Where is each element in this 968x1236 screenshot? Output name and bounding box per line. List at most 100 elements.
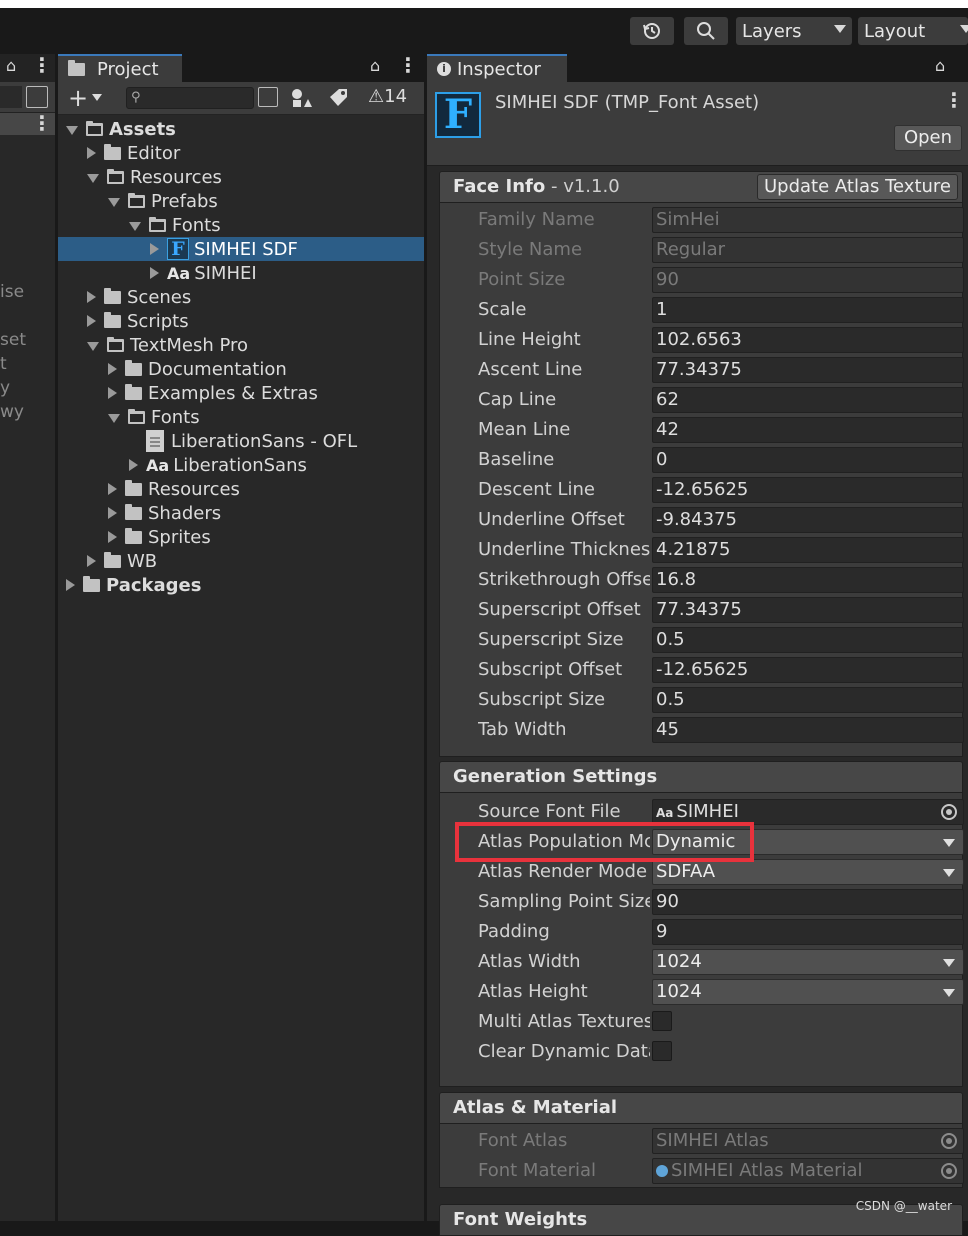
- lock-icon[interactable]: ⌂: [6, 56, 16, 75]
- property-field[interactable]: 45: [652, 717, 964, 743]
- kebab-menu-icon[interactable]: ⋮: [944, 88, 964, 112]
- layout-dropdown[interactable]: Layout: [858, 17, 968, 45]
- tree-row[interactable]: Fonts: [58, 213, 424, 237]
- expand-right-icon[interactable]: [150, 243, 159, 255]
- maximize-icon[interactable]: [26, 86, 48, 108]
- property-label: Point Size: [478, 269, 566, 290]
- tree-row[interactable]: LiberationSans - OFL: [58, 429, 424, 453]
- tree-row[interactable]: Editor: [58, 141, 424, 165]
- tab-inspector[interactable]: i Inspector: [427, 54, 567, 82]
- expand-right-icon[interactable]: [108, 363, 117, 375]
- property-value: SIMHEI: [676, 801, 739, 822]
- tree-row[interactable]: Examples & Extras: [58, 381, 424, 405]
- expand-down-icon[interactable]: [87, 173, 99, 183]
- hidden-packages-toggle[interactable]: ⚠︎14: [368, 86, 407, 107]
- atlas-material-header[interactable]: Atlas & Material: [439, 1092, 963, 1124]
- expand-down-icon[interactable]: [66, 125, 78, 135]
- tree-row[interactable]: Aa LiberationSans: [58, 453, 424, 477]
- search-field-partial[interactable]: [0, 86, 22, 108]
- property-field[interactable]: 90: [652, 889, 964, 915]
- expand-right-icon[interactable]: [108, 387, 117, 399]
- tree-row[interactable]: Sprites: [58, 525, 424, 549]
- property-field[interactable]: -9.84375: [652, 507, 964, 533]
- tree-row[interactable]: Prefabs: [58, 189, 424, 213]
- tree-row[interactable]: Packages: [58, 573, 424, 597]
- tree-row[interactable]: Documentation: [58, 357, 424, 381]
- property-field[interactable]: 0.5: [652, 687, 964, 713]
- property-dropdown[interactable]: 1024: [652, 979, 964, 1005]
- property-row: Point Size 90: [440, 265, 964, 295]
- expand-right-icon[interactable]: [87, 291, 96, 303]
- add-icon[interactable]: +: [68, 84, 88, 112]
- tree-row[interactable]: TextMesh Pro: [58, 333, 424, 357]
- property-field[interactable]: 1: [652, 297, 964, 323]
- face-info-header[interactable]: Face Info - v1.1.0 Update Atlas Texture: [439, 171, 963, 203]
- search-icon[interactable]: [684, 17, 728, 45]
- tree-row[interactable]: WB: [58, 549, 424, 573]
- property-dropdown[interactable]: SDFAA: [652, 859, 964, 885]
- add-dropdown-chevron-icon[interactable]: [92, 94, 102, 101]
- folder-icon: [104, 551, 121, 568]
- open-button[interactable]: Open: [894, 125, 962, 151]
- lock-icon[interactable]: ⌂: [935, 56, 945, 75]
- expand-right-icon[interactable]: [66, 579, 75, 591]
- filter-by-label-icon[interactable]: [328, 87, 350, 109]
- kebab-menu-icon[interactable]: ⋮: [32, 111, 52, 135]
- folder-icon: [125, 527, 142, 544]
- property-field[interactable]: -12.65625: [652, 477, 964, 503]
- layers-dropdown[interactable]: Layers: [736, 17, 852, 45]
- expand-down-icon[interactable]: [108, 413, 120, 423]
- property-checkbox[interactable]: [652, 1011, 672, 1031]
- update-atlas-texture-button[interactable]: Update Atlas Texture: [757, 174, 958, 200]
- expand-right-icon[interactable]: [129, 459, 138, 471]
- expand-down-icon[interactable]: [129, 221, 141, 231]
- object-picker-icon: [941, 1133, 957, 1149]
- tree-row[interactable]: Resources: [58, 165, 424, 189]
- expand-down-icon[interactable]: [108, 197, 120, 207]
- tree-row[interactable]: F SIMHEI SDF: [58, 237, 424, 261]
- layers-label: Layers: [742, 20, 802, 42]
- property-field[interactable]: 102.6563: [652, 327, 964, 353]
- filter-by-type-icon[interactable]: [290, 87, 312, 109]
- property-field[interactable]: 77.34375: [652, 597, 964, 623]
- expand-right-icon[interactable]: [87, 147, 96, 159]
- layout-label: Layout: [864, 20, 926, 42]
- property-dropdown[interactable]: 1024: [652, 949, 964, 975]
- property-field[interactable]: 42: [652, 417, 964, 443]
- tree-row[interactable]: Shaders: [58, 501, 424, 525]
- object-picker-icon[interactable]: [941, 804, 957, 820]
- tree-row[interactable]: Scenes: [58, 285, 424, 309]
- expand-right-icon[interactable]: [108, 483, 117, 495]
- search-input[interactable]: ⚲: [126, 87, 254, 109]
- kebab-menu-icon[interactable]: ⋮: [32, 53, 52, 77]
- expand-right-icon[interactable]: [108, 507, 117, 519]
- property-field[interactable]: 0.5: [652, 627, 964, 653]
- expand-right-icon[interactable]: [87, 315, 96, 327]
- property-checkbox[interactable]: [652, 1041, 672, 1061]
- lock-icon[interactable]: ⌂: [370, 56, 380, 75]
- tree-row[interactable]: Resources: [58, 477, 424, 501]
- property-field[interactable]: 4.21875: [652, 537, 964, 563]
- property-label: Style Name: [478, 239, 583, 260]
- tree-row[interactable]: Fonts: [58, 405, 424, 429]
- tree-row[interactable]: Aa SIMHEI: [58, 261, 424, 285]
- generation-settings-header[interactable]: Generation Settings: [439, 761, 963, 793]
- tree-row[interactable]: Assets: [58, 117, 424, 141]
- property-field[interactable]: 0: [652, 447, 964, 473]
- property-field[interactable]: 77.34375: [652, 357, 964, 383]
- search-popout-icon[interactable]: [258, 87, 278, 107]
- expand-right-icon[interactable]: [108, 531, 117, 543]
- expand-right-icon[interactable]: [150, 267, 159, 279]
- selected-row-partial[interactable]: ⋮: [0, 111, 55, 135]
- property-field[interactable]: 9: [652, 919, 964, 945]
- property-row: Tab Width 45: [440, 715, 964, 745]
- expand-right-icon[interactable]: [87, 555, 96, 567]
- tree-row[interactable]: Scripts: [58, 309, 424, 333]
- property-field[interactable]: 62: [652, 387, 964, 413]
- expand-down-icon[interactable]: [87, 341, 99, 351]
- history-icon[interactable]: [630, 17, 674, 45]
- kebab-menu-icon[interactable]: ⋮: [398, 53, 418, 77]
- property-field[interactable]: -12.65625: [652, 657, 964, 683]
- property-field[interactable]: 16.8: [652, 567, 964, 593]
- tab-project[interactable]: Project: [58, 54, 182, 82]
